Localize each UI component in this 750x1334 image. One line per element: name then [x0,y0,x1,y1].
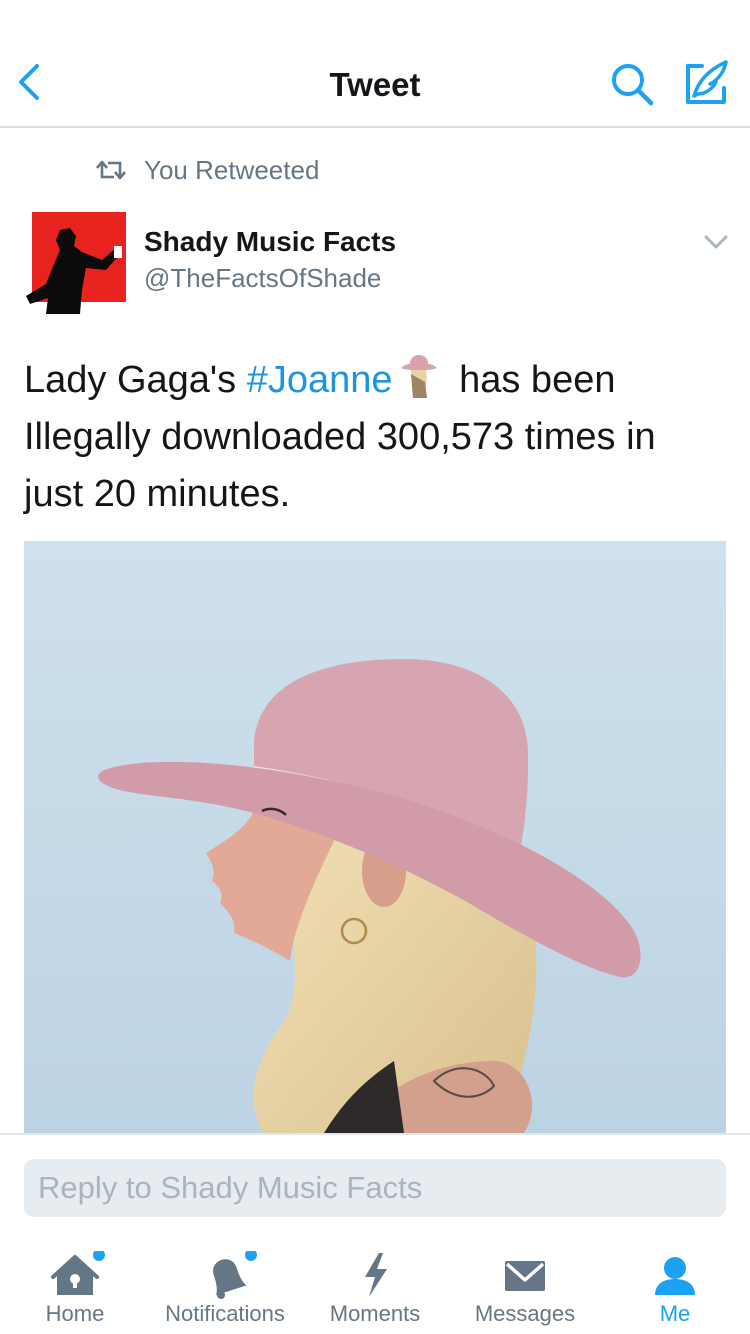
hashtag-link[interactable]: #Joanne [247,359,393,401]
tab-moments-label: Moments [329,1301,421,1326]
home-icon [0,1251,150,1299]
retweet-context: You Retweeted [94,154,319,186]
person-icon [600,1251,750,1299]
tab-notifications-label: Notifications [165,1301,285,1326]
tab-messages-label: Messages [474,1301,576,1326]
avatar[interactable] [24,210,128,314]
author-name[interactable]: Shady Music Facts [144,226,396,258]
tab-me-label: Me [659,1301,691,1326]
tweet-text: Lady Gaga's #Joanne has been Illegally d… [24,352,724,523]
chevron-down-icon[interactable] [702,232,730,252]
tab-home-label: Home [45,1301,105,1326]
tab-me[interactable]: Me [600,1233,750,1334]
retweet-icon [96,160,126,180]
tweet-media-image[interactable] [24,541,726,1133]
retweet-context-text: You Retweeted [144,154,320,185]
lightning-icon [300,1251,450,1299]
bell-icon [150,1251,300,1299]
hashflag-emoji-icon [399,352,439,400]
compose-icon[interactable] [682,58,732,108]
tab-notifications[interactable]: Notifications [150,1233,300,1334]
tab-moments[interactable]: Moments [300,1233,450,1334]
author-handle[interactable]: @TheFactsOfShade [144,263,381,294]
nav-header: Tweet [0,0,750,128]
reply-input[interactable] [24,1159,726,1217]
search-icon[interactable] [608,60,656,108]
envelope-icon [450,1251,600,1299]
reply-bar [0,1133,750,1233]
tab-messages[interactable]: Messages [450,1233,600,1334]
tab-bar: Home Notifications Moments Messages Me [0,1233,750,1334]
tweet-text-lead: Lady Gaga's [24,359,247,401]
tab-home[interactable]: Home [0,1233,150,1334]
